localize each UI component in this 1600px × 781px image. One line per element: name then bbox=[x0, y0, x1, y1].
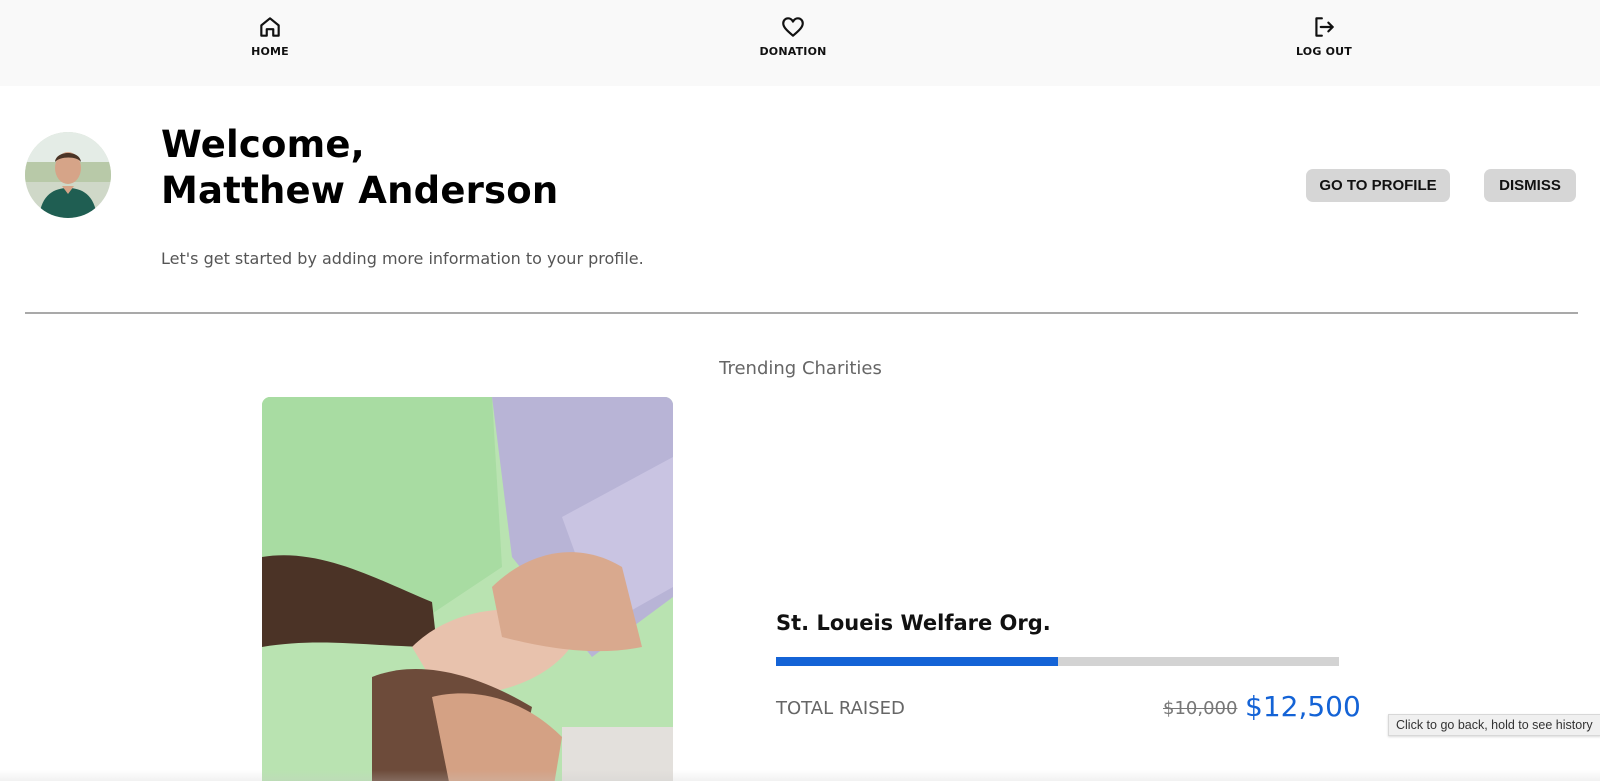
footer-shadow bbox=[0, 770, 1600, 781]
charity-image[interactable] bbox=[262, 397, 673, 781]
logout-icon bbox=[1264, 14, 1384, 40]
total-raised-label: TOTAL RAISED bbox=[776, 698, 905, 719]
nav-label-donation: DONATION bbox=[759, 45, 827, 58]
top-navigation: HOME DONATION LOG OUT bbox=[0, 0, 1600, 86]
nav-label-home: HOME bbox=[251, 45, 289, 58]
funding-progress-bar bbox=[776, 657, 1339, 666]
goal-amount: $10,000 bbox=[1163, 698, 1238, 719]
nav-item-home[interactable]: HOME bbox=[210, 14, 330, 58]
nav-item-logout[interactable]: LOG OUT bbox=[1264, 14, 1384, 58]
raised-amount: $12,500 bbox=[1245, 690, 1361, 723]
charity-name[interactable]: St. Loueis Welfare Org. bbox=[776, 611, 1051, 635]
welcome-subtitle: Let's get started by adding more informa… bbox=[161, 249, 644, 268]
back-button-tooltip: Click to go back, hold to see history bbox=[1388, 714, 1600, 736]
dismiss-button[interactable]: DISMISS bbox=[1484, 169, 1576, 202]
trending-title: Trending Charities bbox=[719, 358, 882, 379]
trending-heading: Trending Charities bbox=[0, 358, 1600, 379]
home-icon bbox=[210, 14, 330, 40]
user-name: Matthew Anderson bbox=[161, 169, 559, 212]
avatar bbox=[25, 132, 111, 218]
funding-progress-fill bbox=[776, 657, 1058, 666]
section-divider bbox=[25, 312, 1578, 314]
heart-icon bbox=[733, 14, 853, 40]
welcome-greeting: Welcome, bbox=[161, 123, 365, 166]
welcome-heading: Welcome, Matthew Anderson bbox=[161, 122, 558, 214]
nav-item-donation[interactable]: DONATION bbox=[733, 14, 853, 58]
go-to-profile-button[interactable]: GO TO PROFILE bbox=[1306, 169, 1450, 202]
nav-label-logout: LOG OUT bbox=[1295, 45, 1352, 58]
